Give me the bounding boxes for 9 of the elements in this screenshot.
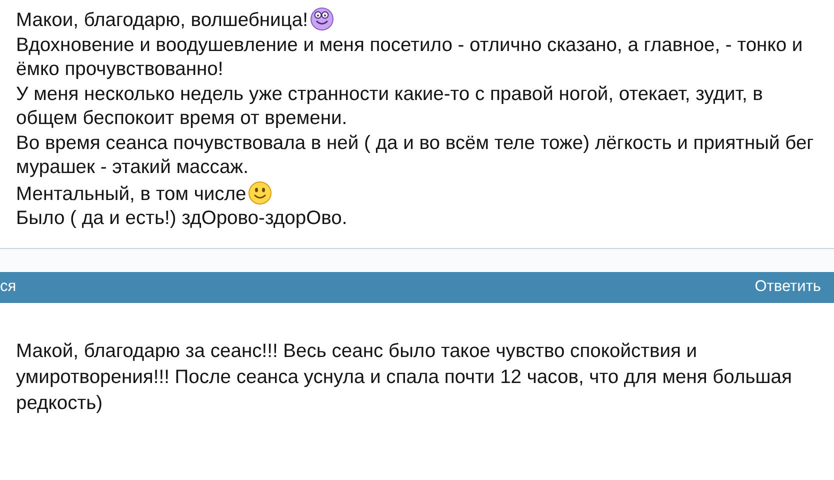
message-text: Макой, благодарю за сеанс!!! Весь сеанс было такое чувство спокойствия и умиротворения!!! После сеанса уснула и спала почти 12 часов, что для меня большая редкость) xyxy=(16,340,792,414)
message-text: Вдохновение и воодушевление и меня посетило - отлично сказано, а главное, - тонко и ёмко прочувствованно! xyxy=(16,34,803,80)
message-text: Макои, благодарю, волшебница! xyxy=(16,10,308,31)
action-link[interactable]: ся xyxy=(0,278,16,296)
reply-link[interactable]: Ответить xyxy=(754,278,821,296)
message-text: Во время сеанса почувствовала в ней ( да и во всём теле тоже) лёгкость и приятный бег мурашек - этакий массаж. xyxy=(16,132,814,178)
message-text: Было ( да и есть!) здОрово-здорОво. xyxy=(16,208,348,229)
message-text: Ментальный, в том числе xyxy=(16,184,246,204)
message-text: У меня несколько недель уже странности какие-то с правой ногой, отекает, зудит, в общем беспокоит время от времени. xyxy=(16,84,763,129)
